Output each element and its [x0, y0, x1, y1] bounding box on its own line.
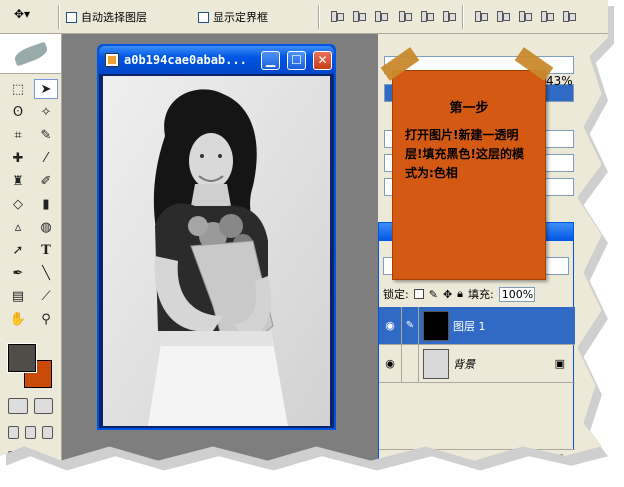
align-buttons-group: [330, 9, 388, 23]
move-icon: ✥▾: [14, 7, 31, 21]
photo-image: [103, 76, 330, 426]
distribute-bottom-icon[interactable]: [518, 9, 532, 23]
layer-thumbnail: [423, 310, 449, 341]
path-select-icon[interactable]: ➚: [6, 240, 30, 260]
marquee-icon[interactable]: ⬚: [6, 79, 30, 99]
layer-row[interactable]: ◉ ✎ 图层 1: [379, 306, 575, 345]
distribute-hcenter-icon[interactable]: [562, 9, 576, 23]
note-title: 第一步: [449, 101, 489, 116]
layer-row[interactable]: ◉ 背景 ▣: [379, 344, 575, 383]
history-brush-icon[interactable]: ✐: [34, 171, 58, 191]
options-separator: [462, 5, 464, 29]
fill-label: 填充:: [468, 288, 494, 301]
show-bounding-box-checkbox[interactable]: 显示定界框: [198, 9, 268, 25]
document-titlebar[interactable]: a0b194cae0abab... ▁ ☐ ✕: [99, 46, 334, 74]
eyedropper-icon[interactable]: ⟋: [34, 286, 58, 306]
align-vcenter-icon[interactable]: [352, 9, 366, 23]
document-title: a0b194cae0abab...: [124, 53, 247, 67]
lock-transparent-checkbox[interactable]: [413, 289, 424, 299]
minimize-button[interactable]: ▁: [261, 50, 280, 70]
zoom-icon[interactable]: ⚲: [34, 309, 58, 329]
align-right-icon[interactable]: [442, 9, 456, 23]
lock-move-icon[interactable]: ✥: [443, 288, 452, 301]
brush-icon[interactable]: ⁄: [34, 148, 58, 168]
stamp-icon[interactable]: ♜: [6, 171, 30, 191]
tutorial-note: 第一步 打开图片!新建一透明层!填充黑色!这层的模式为:色相: [392, 70, 546, 280]
type-icon[interactable]: T: [34, 240, 58, 260]
color-swatches: [6, 342, 55, 392]
options-separator: [318, 5, 320, 29]
hand-icon[interactable]: ✋: [6, 309, 30, 329]
align-left-icon[interactable]: [398, 9, 412, 23]
options-bar: ✥▾ 自动选择图层 显示定界框: [0, 0, 608, 34]
crop-icon[interactable]: ⌗: [6, 125, 30, 145]
lock-label: 锁定:: [383, 288, 409, 301]
layer-thumbnail: [423, 348, 449, 379]
maximize-button[interactable]: ☐: [287, 50, 306, 70]
screen-mode-menu-icon[interactable]: [25, 426, 36, 439]
lock-icon: ▣: [554, 357, 565, 370]
document-window: a0b194cae0abab... ▁ ☐ ✕: [97, 44, 336, 430]
eye-icon[interactable]: ◉: [379, 357, 401, 370]
layer-brush-icon[interactable]: ✎: [401, 306, 419, 345]
align-buttons-group-2: [398, 9, 456, 23]
standard-mode-icon[interactable]: [8, 398, 28, 414]
fill-input[interactable]: 100%: [498, 286, 535, 302]
layer-name: 图层 1: [453, 319, 486, 333]
quickmask-mode-icon[interactable]: [33, 398, 53, 414]
align-bottom-icon[interactable]: [374, 9, 388, 23]
lock-row: 锁定: ✎ ✥ 🔒︎ 填充: 100%: [379, 285, 575, 303]
magic-wand-icon[interactable]: ✧: [34, 102, 58, 122]
dodge-icon[interactable]: ◍: [34, 217, 58, 237]
options-separator: [58, 5, 60, 29]
eye-icon[interactable]: ◉: [379, 319, 401, 332]
mask-mode-row: [0, 392, 61, 420]
foreground-color-swatch[interactable]: [7, 343, 37, 373]
toolbox: ⬚ ➤ ʘ ✧ ⌗ ✎ ✚ ⁄ ♜ ✐ ◇ ▮ ▵ ◍ ➚ T ✒ ╲ ▤ ⟋ …: [0, 34, 62, 461]
document-icon: [105, 53, 119, 67]
layer-link-slot[interactable]: [401, 344, 419, 383]
move-icon[interactable]: ➤: [34, 79, 58, 99]
distribute-buttons-group-2: [540, 9, 576, 23]
checkbox-box[interactable]: [198, 11, 209, 23]
note-body: 打开图片!新建一透明层!填充黑色!这层的模式为:色相: [405, 128, 524, 180]
eraser-icon[interactable]: ◇: [6, 194, 30, 214]
blur-icon[interactable]: ▵: [6, 217, 30, 237]
layer-name: 背景: [453, 357, 475, 371]
checkbox-box[interactable]: [66, 11, 77, 23]
lock-brush-icon[interactable]: ✎: [429, 288, 438, 301]
close-button[interactable]: ✕: [313, 50, 332, 70]
align-top-icon[interactable]: [330, 9, 344, 23]
auto-select-label: 自动选择图层: [81, 11, 147, 24]
healing-icon[interactable]: ✚: [6, 148, 30, 168]
screen-mode-full-icon[interactable]: [42, 426, 53, 439]
distribute-vcenter-icon[interactable]: [496, 9, 510, 23]
slice-icon[interactable]: ✎: [34, 125, 58, 145]
screen-mode-standard-icon[interactable]: [8, 426, 19, 439]
show-bounds-label: 显示定界框: [213, 11, 268, 24]
lasso-icon[interactable]: ʘ: [6, 102, 30, 122]
auto-select-layer-checkbox[interactable]: 自动选择图层: [66, 9, 147, 25]
lock-icon[interactable]: 🔒︎: [457, 287, 463, 301]
distribute-top-icon[interactable]: [474, 9, 488, 23]
image-canvas[interactable]: [103, 76, 330, 426]
feather-logo-icon: [12, 41, 49, 66]
align-hcenter-icon[interactable]: [420, 9, 434, 23]
tool-grid: ⬚ ➤ ʘ ✧ ⌗ ✎ ✚ ⁄ ♜ ✐ ◇ ▮ ▵ ◍ ➚ T ✒ ╲ ▤ ⟋ …: [0, 74, 61, 334]
tool-preset-picker[interactable]: ✥▾: [14, 7, 54, 27]
gradient-icon[interactable]: ▮: [34, 194, 58, 214]
pen-icon[interactable]: ✒: [6, 263, 30, 283]
zoom-percent: 43%: [546, 74, 573, 88]
notes-icon[interactable]: ▤: [6, 286, 30, 306]
screen-mode-row: [0, 420, 61, 445]
distribute-left-icon[interactable]: [540, 9, 554, 23]
line-icon[interactable]: ╲: [34, 263, 58, 283]
toolbox-header[interactable]: [0, 34, 61, 74]
distribute-buttons-group: [474, 9, 532, 23]
